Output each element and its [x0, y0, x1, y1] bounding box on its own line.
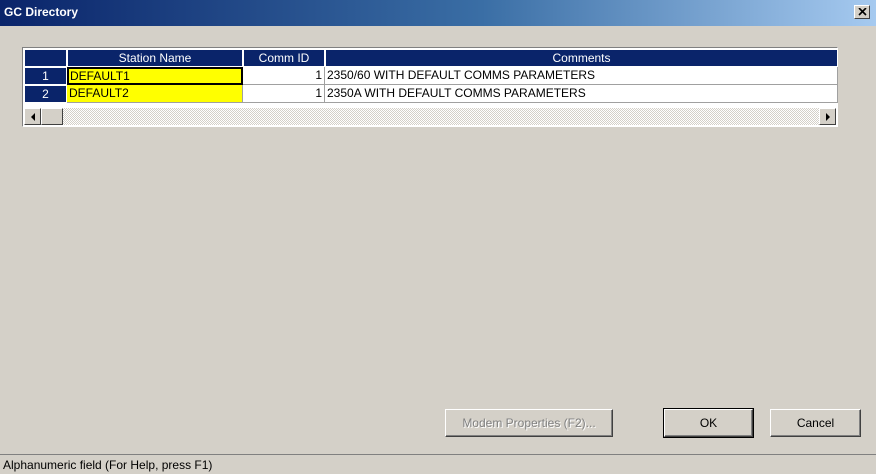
station-name-cell[interactable]: DEFAULT1 — [67, 67, 243, 85]
scroll-thumb[interactable] — [41, 108, 63, 125]
column-header-comm-id[interactable]: Comm ID — [243, 49, 325, 67]
ok-button[interactable]: OK — [663, 408, 754, 438]
status-text: Alphanumeric field (For Help, press F1) — [3, 458, 213, 472]
cancel-button[interactable]: Cancel — [770, 409, 861, 437]
window-title: GC Directory — [4, 5, 79, 19]
arrow-left-icon — [30, 112, 35, 121]
column-header-comments[interactable]: Comments — [325, 49, 838, 67]
grid-corner-header[interactable] — [24, 49, 67, 67]
status-bar: Alphanumeric field (For Help, press F1) — [0, 454, 876, 474]
comm-id-cell[interactable]: 1 — [243, 85, 325, 103]
comm-id-cell[interactable]: 1 — [243, 67, 325, 85]
comments-cell[interactable]: 2350A WITH DEFAULT COMMS PARAMETERS — [325, 85, 838, 103]
station-name-cell[interactable]: DEFAULT2 — [67, 85, 243, 103]
title-bar[interactable]: GC Directory — [0, 0, 876, 26]
station-grid[interactable]: Station Name Comm ID Comments 1 DEFAULT1… — [22, 47, 838, 127]
arrow-right-icon — [825, 112, 830, 121]
close-button[interactable] — [854, 5, 870, 19]
row-header-1[interactable]: 1 — [24, 67, 67, 85]
close-icon — [857, 8, 867, 16]
horizontal-scrollbar[interactable] — [24, 108, 836, 125]
column-header-station-name[interactable]: Station Name — [67, 49, 243, 67]
modem-properties-button[interactable]: Modem Properties (F2)... — [445, 409, 613, 437]
row-header-2[interactable]: 2 — [24, 85, 67, 103]
comments-cell[interactable]: 2350/60 WITH DEFAULT COMMS PARAMETERS — [325, 67, 838, 85]
scroll-left-button[interactable] — [24, 108, 41, 125]
scroll-right-button[interactable] — [819, 108, 836, 125]
